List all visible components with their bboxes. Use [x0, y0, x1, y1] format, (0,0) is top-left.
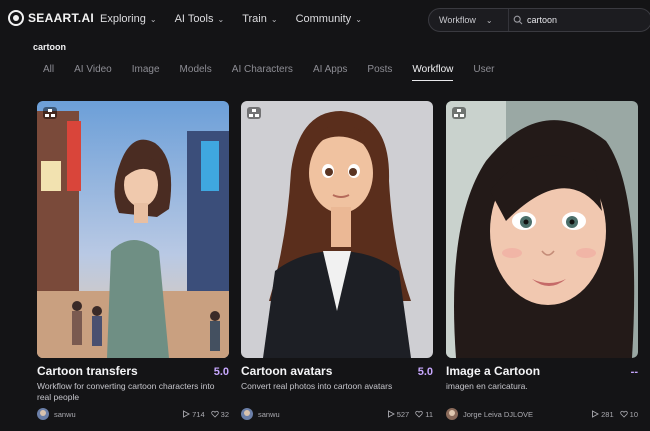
street-girl-image [37, 101, 229, 358]
main-nav: Exploring ⌄ AI Tools ⌄ Train ⌄ Community… [100, 13, 362, 25]
chevron-down-icon: ⌄ [217, 14, 225, 24]
chevron-down-icon: ⌄ [270, 14, 278, 24]
top-navigation-bar: SEAART.AI Exploring ⌄ AI Tools ⌄ Train ⌄… [0, 0, 650, 40]
tab-models[interactable]: Models [180, 64, 212, 81]
avatar[interactable] [241, 408, 253, 420]
tab-ai-characters[interactable]: AI Characters [232, 64, 293, 81]
like-count-value: 11 [425, 409, 433, 419]
workflow-card[interactable]: Image a Cartoon -- imagen en caricatura.… [446, 101, 638, 421]
card-thumbnail[interactable] [37, 101, 229, 358]
card-description: Workflow for converting cartoon characte… [37, 381, 215, 402]
card-rating: -- [630, 366, 638, 378]
card-rating: 5.0 [213, 366, 229, 378]
run-count: 714 [182, 410, 205, 419]
nav-train-label: Train [242, 13, 267, 25]
author-name[interactable]: sanwu [258, 410, 381, 419]
run-count-value: 281 [601, 409, 614, 419]
tab-image[interactable]: Image [132, 64, 160, 81]
play-icon [592, 410, 600, 418]
tab-posts[interactable]: Posts [367, 64, 392, 81]
card-description: imagen en caricatura. [446, 381, 528, 391]
card-footer: Jorge Leiva DJLOVE 281 10 [446, 407, 638, 421]
run-count: 281 [591, 410, 614, 419]
cartoon-portrait-image [446, 101, 638, 358]
card-title-row: Cartoon transfers 5.0 [37, 364, 229, 380]
tab-ai-apps[interactable]: AI Apps [313, 64, 347, 81]
cartoon-businesswoman-image [241, 101, 433, 358]
chevron-down-icon: ⌄ [355, 14, 362, 24]
like-count[interactable]: 32 [210, 409, 229, 419]
author-name[interactable]: sanwu [54, 410, 176, 419]
workflow-card[interactable]: Cartoon avatars 5.0 Convert real photos … [241, 101, 433, 421]
nav-exploring-label: Exploring [100, 13, 146, 25]
chevron-down-icon: ⌄ [149, 14, 157, 24]
play-icon [183, 410, 191, 418]
like-count-value: 10 [629, 409, 638, 419]
nav-community-label: Community [295, 13, 352, 25]
tab-workflow[interactable]: Workflow [412, 64, 454, 81]
like-count[interactable]: 11 [415, 410, 433, 419]
card-rating: 5.0 [417, 366, 433, 378]
search-scope-label: Workflow [439, 15, 476, 25]
search-box: Workflow ⌄ [428, 8, 650, 32]
nav-ai-tools[interactable]: AI Tools ⌄ [175, 13, 225, 25]
workflow-card[interactable]: Cartoon transfers 5.0 Workflow for conve… [37, 101, 229, 421]
heart-icon [415, 410, 423, 418]
heart-icon [210, 410, 219, 418]
seaart-logo[interactable]: SEAART.AI [8, 10, 94, 26]
like-count-value: 32 [220, 409, 229, 419]
card-title[interactable]: Cartoon transfers [37, 364, 138, 378]
card-thumbnail[interactable] [241, 101, 433, 358]
nav-ai-tools-label: AI Tools [174, 13, 214, 25]
play-icon [387, 410, 395, 418]
card-title-row: Cartoon avatars 5.0 [241, 364, 433, 380]
result-type-tabs: All AI Video Image Models AI Characters … [43, 64, 514, 81]
workflow-icon [452, 107, 466, 119]
tab-user[interactable]: User [473, 64, 494, 81]
search-field [509, 15, 650, 25]
logo-icon [8, 10, 24, 26]
card-footer: sanwu 714 32 [37, 407, 229, 421]
like-count[interactable]: 10 [619, 409, 638, 419]
search-icon [513, 15, 523, 25]
card-title[interactable]: Image a Cartoon [446, 364, 540, 378]
card-description: Convert real photos into cartoon avatars [241, 381, 393, 391]
author-name[interactable]: Jorge Leiva DJLOVE [463, 410, 585, 419]
logo-text: SEAART.AI [28, 11, 95, 25]
nav-exploring[interactable]: Exploring ⌄ [100, 13, 157, 25]
workflow-icon [247, 107, 261, 119]
avatar[interactable] [446, 408, 458, 420]
search-query-title: cartoon [33, 42, 67, 52]
card-title[interactable]: Cartoon avatars [241, 364, 332, 378]
nav-community[interactable]: Community ⌄ [296, 13, 362, 25]
avatar[interactable] [37, 408, 49, 420]
card-thumbnail[interactable] [446, 101, 638, 358]
tab-ai-video[interactable]: AI Video [74, 64, 112, 81]
chevron-down-icon: ⌄ [485, 15, 493, 25]
run-count-value: 714 [192, 409, 205, 419]
run-count-value: 527 [396, 409, 410, 419]
card-title-row: Image a Cartoon -- [446, 364, 638, 380]
search-input[interactable] [527, 15, 647, 25]
tab-all[interactable]: All [43, 64, 54, 81]
card-footer: sanwu 527 11 [241, 407, 433, 421]
run-count: 527 [387, 409, 410, 419]
search-scope-dropdown[interactable]: Workflow ⌄ [429, 9, 509, 31]
heart-icon [619, 410, 628, 418]
workflow-icon [43, 107, 57, 119]
nav-train[interactable]: Train ⌄ [242, 13, 277, 25]
